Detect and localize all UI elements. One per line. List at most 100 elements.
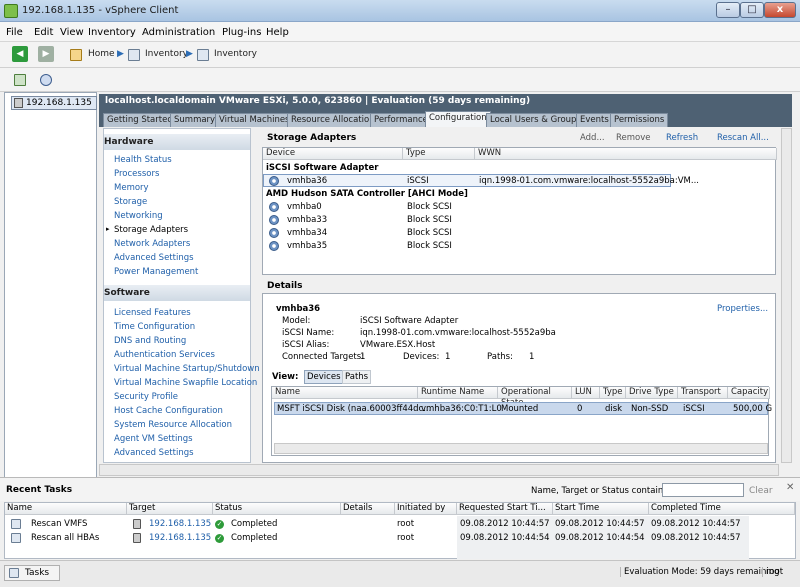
link-processors[interactable]: Processors [114, 169, 159, 179]
column-drive-type[interactable]: Drive Type [626, 387, 678, 399]
tab-summary[interactable]: Summary [170, 113, 220, 127]
table-row[interactable]: Rescan all HBAs 192.168.1.135 ✓ Complete… [5, 532, 795, 545]
tab-local-users-groups[interactable]: Local Users & Groups [486, 113, 585, 127]
breadcrumb-home[interactable]: Home [88, 49, 115, 59]
menu-inventory[interactable]: Inventory [88, 27, 136, 38]
table-row[interactable]: MSFT iSCSI Disk (naa.60003ff44dc... vmhb… [274, 402, 772, 415]
iscsi-alias-value: VMware.ESX.Host [360, 340, 436, 350]
column-start-time[interactable]: Start Time [553, 503, 649, 515]
column-requested-start[interactable]: Requested Start Ti... [457, 503, 553, 515]
adapter-device[interactable]: vmhba33 [287, 215, 327, 225]
link-network-adapters[interactable]: Network Adapters [114, 239, 190, 249]
link-dns-routing[interactable]: DNS and Routing [114, 336, 186, 346]
tab-resource-allocation[interactable]: Resource Allocation [287, 113, 379, 127]
column-target[interactable]: Target [127, 503, 213, 515]
horizontal-scrollbar[interactable] [99, 464, 779, 476]
view-paths-button[interactable]: Paths [342, 370, 372, 384]
link-system-resource-allocation[interactable]: System Resource Allocation [114, 420, 232, 430]
link-host-cache-configuration[interactable]: Host Cache Configuration [114, 406, 223, 416]
software-section-header[interactable]: Software [104, 285, 250, 301]
breadcrumb-inventory-2[interactable]: Inventory [214, 49, 257, 59]
menu-edit[interactable]: Edit [34, 27, 53, 38]
remove-adapter-link[interactable]: Remove [616, 133, 651, 143]
menu-view[interactable]: View [60, 27, 84, 38]
column-capacity[interactable]: Capacity [728, 387, 770, 399]
link-advanced-settings-hw[interactable]: Advanced Settings [114, 253, 194, 263]
tab-virtual-machines[interactable]: Virtual Machines [215, 113, 294, 127]
column-type[interactable]: Type [403, 148, 475, 160]
column-name[interactable]: Name [272, 387, 418, 399]
task-target[interactable]: 192.168.1.135 [149, 533, 211, 543]
filter-input[interactable] [662, 483, 744, 497]
menu-plugins[interactable]: Plug-ins [222, 27, 261, 38]
column-transport[interactable]: Transport [678, 387, 728, 399]
link-vm-startup-shutdown[interactable]: Virtual Machine Startup/Shutdown [114, 364, 260, 374]
device-capacity: 500,00 G [733, 404, 773, 414]
column-runtime-name[interactable]: Runtime Name [418, 387, 498, 399]
filter-label[interactable]: Name, Target or Status contains: ▾ [531, 486, 677, 496]
link-vm-swapfile-location[interactable]: Virtual Machine Swapfile Location [114, 378, 257, 388]
adapter-type: iSCSI [407, 176, 429, 186]
tasks-icon [9, 568, 19, 578]
clear-button[interactable]: Clear [749, 486, 773, 496]
link-storage[interactable]: Storage [114, 197, 147, 207]
link-agent-vm-settings[interactable]: Agent VM Settings [114, 434, 193, 444]
maximize-button[interactable]: □ [740, 2, 764, 18]
column-details[interactable]: Details [341, 503, 395, 515]
properties-link[interactable]: Properties... [717, 304, 768, 314]
table-row[interactable]: Rescan VMFS 192.168.1.135 ✓ Completed ro… [5, 518, 795, 531]
refresh-link[interactable]: Refresh [666, 133, 698, 143]
column-device[interactable]: Device [263, 148, 403, 160]
link-power-management[interactable]: Power Management [114, 267, 198, 277]
link-security-profile[interactable]: Security Profile [114, 392, 178, 402]
tree-item-host[interactable]: 192.168.1.135 [11, 96, 97, 110]
tree-item-label: 192.168.1.135 [26, 98, 92, 108]
link-licensed-features[interactable]: Licensed Features [114, 308, 191, 318]
link-storage-adapters[interactable]: Storage Adapters [114, 225, 188, 235]
column-initiated-by[interactable]: Initiated by [395, 503, 457, 515]
column-operational-state[interactable]: Operational State [498, 387, 572, 408]
tab-permissions[interactable]: Permissions [610, 113, 669, 127]
menu-administration[interactable]: Administration [142, 27, 215, 38]
link-advanced-settings-sw[interactable]: Advanced Settings [114, 448, 194, 458]
adapter-device[interactable]: vmhba34 [287, 228, 327, 238]
breadcrumb-inventory[interactable]: Inventory [145, 49, 188, 59]
view-devices-button[interactable]: Devices [304, 370, 344, 384]
horizontal-scrollbar[interactable] [274, 443, 768, 454]
menu-file[interactable]: File [6, 27, 23, 38]
tab-getting-started[interactable]: Getting Started [103, 113, 177, 127]
forward-arrow-icon[interactable]: ▶ [38, 46, 54, 62]
vertical-scrollbar[interactable] [781, 128, 792, 463]
column-completed-time[interactable]: Completed Time [649, 503, 795, 515]
details-title: Details [267, 281, 303, 291]
minimize-button[interactable]: – [716, 2, 740, 18]
group-iscsi-software-adapter: iSCSI Software Adapter [266, 163, 379, 173]
refresh-icon[interactable] [40, 74, 52, 86]
column-status[interactable]: Status [213, 503, 341, 515]
column-lun[interactable]: LUN [572, 387, 600, 399]
link-health-status[interactable]: Health Status [114, 155, 172, 165]
add-host-icon[interactable] [14, 74, 26, 86]
column-type[interactable]: Type [600, 387, 626, 399]
adapter-device[interactable]: vmhba0 [287, 202, 322, 212]
tab-performance[interactable]: Performance [370, 113, 432, 127]
back-arrow-icon[interactable]: ◀ [12, 46, 28, 62]
task-target[interactable]: 192.168.1.135 [149, 519, 211, 529]
tab-configuration[interactable]: Configuration [425, 111, 491, 127]
column-task-name[interactable]: Name [5, 503, 127, 515]
tasks-button[interactable]: Tasks [4, 565, 60, 581]
link-networking[interactable]: Networking [114, 211, 163, 221]
adapter-device[interactable]: vmhba35 [287, 241, 327, 251]
link-memory[interactable]: Memory [114, 183, 149, 193]
tab-events[interactable]: Events [576, 113, 613, 127]
hardware-section-header[interactable]: Hardware [104, 134, 250, 150]
connected-targets-label: Connected Targets: [282, 352, 365, 362]
close-button[interactable]: x [764, 2, 796, 18]
column-wwn[interactable]: WWN [475, 148, 777, 160]
menu-help[interactable]: Help [266, 27, 289, 38]
rescan-all-link[interactable]: Rescan All... [717, 133, 769, 143]
link-time-configuration[interactable]: Time Configuration [114, 322, 195, 332]
close-icon[interactable]: ✕ [786, 482, 794, 493]
add-adapter-link[interactable]: Add... [580, 133, 605, 143]
link-authentication-services[interactable]: Authentication Services [114, 350, 215, 360]
